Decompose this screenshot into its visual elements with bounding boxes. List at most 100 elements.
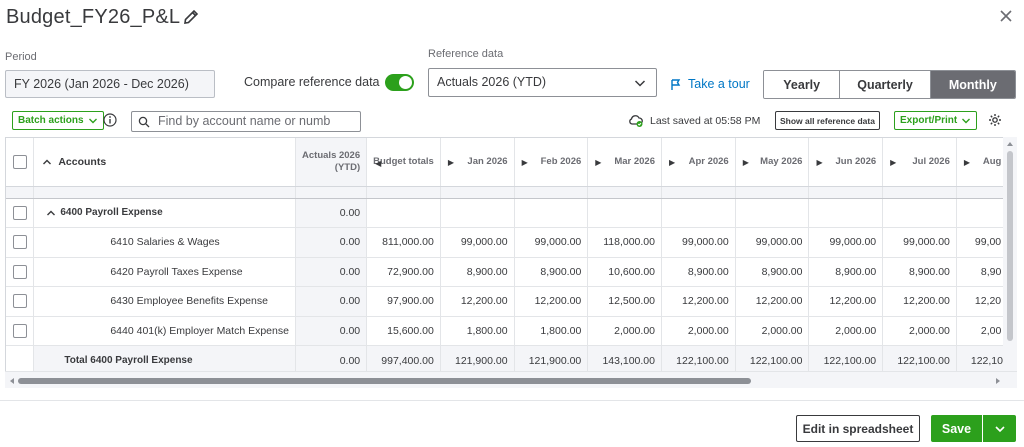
- expand-right-icon[interactable]: ▶: [522, 158, 528, 167]
- grid-header-row: Accounts Actuals 2026 (YTD) ◀ Budget tot…: [6, 138, 1016, 187]
- reference-data-label: Reference data: [428, 48, 504, 60]
- last-saved-status: Last saved at 05:58 PM: [650, 115, 761, 127]
- gear-icon[interactable]: [988, 113, 1002, 127]
- export-print-button[interactable]: Export/Print: [894, 111, 978, 130]
- month-cell[interactable]: 12,200.00: [440, 286, 515, 317]
- batch-actions-button[interactable]: Batch actions: [12, 111, 104, 130]
- edit-in-spreadsheet-button[interactable]: Edit in spreadsheet: [796, 415, 920, 442]
- month-cell[interactable]: 99,000.00: [440, 227, 515, 258]
- group-account-cell[interactable]: 6400 Payroll Expense: [33, 198, 296, 228]
- month-cell[interactable]: 99,000.00: [735, 227, 810, 258]
- month-cell[interactable]: 1,800.00: [514, 316, 589, 346]
- budget-total-cell: 72,900.00: [366, 257, 441, 287]
- month-column-header[interactable]: ▶ Jan 2026: [440, 138, 515, 187]
- ytd-cell: 0.00: [295, 316, 368, 346]
- month-cell[interactable]: 2,000.00: [735, 316, 810, 346]
- expand-right-icon[interactable]: ▶: [669, 158, 675, 167]
- month-label: Jun 2026: [835, 156, 877, 168]
- save-button[interactable]: Save: [931, 415, 983, 442]
- row-checkbox[interactable]: [12, 294, 27, 309]
- row-checkbox[interactable]: [12, 235, 27, 250]
- scroll-left-icon[interactable]: [7, 374, 17, 388]
- expand-right-icon[interactable]: ▶: [890, 158, 896, 167]
- expand-right-icon[interactable]: ▶: [816, 158, 822, 167]
- view-segmented-control: Yearly Quarterly Monthly: [763, 70, 1016, 99]
- month-cell[interactable]: 2,000.00: [882, 316, 957, 346]
- take-a-tour-link[interactable]: Take a tour: [688, 77, 750, 91]
- save-options-button[interactable]: [983, 415, 1016, 442]
- scroll-right-icon[interactable]: [993, 374, 1003, 388]
- month-column-header[interactable]: ▶ Apr 2026: [661, 138, 736, 187]
- month-cell[interactable]: 8,900.00: [735, 257, 810, 287]
- month-cell[interactable]: 2,000.00: [808, 316, 884, 346]
- select-all-checkbox[interactable]: [12, 154, 27, 169]
- horizontal-scrollbar[interactable]: [5, 371, 1017, 388]
- chevron-up-icon[interactable]: [46, 208, 56, 218]
- row-checkbox[interactable]: [12, 323, 27, 338]
- cloud-saved-icon: [629, 115, 643, 127]
- expand-right-icon[interactable]: ▶: [595, 158, 601, 167]
- view-yearly-button[interactable]: Yearly: [764, 71, 841, 98]
- month-column-header[interactable]: ▶ Jun 2026: [808, 138, 884, 187]
- month-label: Mar 2026: [614, 156, 655, 168]
- table-row: 6420 Payroll Taxes Expense 0.00 72,900.0…: [6, 257, 1016, 287]
- close-icon[interactable]: [998, 8, 1014, 24]
- tour-icon: [671, 79, 681, 90]
- spacer-row: [6, 186, 1016, 199]
- show-all-reference-button[interactable]: Show all reference data: [775, 111, 880, 130]
- month-cell[interactable]: 118,000.00: [587, 227, 662, 258]
- month-cell[interactable]: 99,000.00: [661, 227, 736, 258]
- month-cell[interactable]: 12,200.00: [735, 286, 810, 317]
- month-cell[interactable]: 12,200.00: [808, 286, 884, 317]
- horizontal-scroll-thumb[interactable]: [18, 378, 751, 384]
- month-cell[interactable]: 8,900.00: [514, 257, 589, 287]
- view-quarterly-button[interactable]: Quarterly: [840, 71, 931, 98]
- scroll-up-icon[interactable]: [1003, 139, 1017, 149]
- view-monthly-button[interactable]: Monthly: [930, 71, 1015, 98]
- compare-reference-toggle[interactable]: [385, 74, 414, 91]
- collapse-left-icon[interactable]: ◀: [375, 158, 381, 170]
- month-cell[interactable]: 8,900.00: [882, 257, 957, 287]
- month-column-header[interactable]: ▶ Feb 2026: [514, 138, 589, 187]
- accounts-column-header[interactable]: Accounts: [33, 138, 296, 187]
- month-cell[interactable]: 8,900.00: [808, 257, 884, 287]
- dialog-header: Budget_FY26_P&L: [0, 0, 1024, 40]
- accounts-header-label: Accounts: [58, 155, 107, 168]
- month-cell[interactable]: 8,900.00: [440, 257, 515, 287]
- pencil-icon[interactable]: [182, 8, 200, 26]
- vertical-scroll-thumb[interactable]: [1007, 151, 1013, 341]
- info-icon[interactable]: [103, 113, 117, 127]
- month-cell[interactable]: 99,000.00: [514, 227, 589, 258]
- month-cell[interactable]: 12,200.00: [661, 286, 736, 317]
- row-checkbox[interactable]: [12, 264, 27, 279]
- vertical-scrollbar[interactable]: [1003, 137, 1017, 371]
- budget-total-cell: 811,000.00: [366, 227, 441, 258]
- budget-table: Accounts Actuals 2026 (YTD) ◀ Budget tot…: [6, 138, 1016, 375]
- month-cell[interactable]: 2,000.00: [661, 316, 736, 346]
- period-label: Period: [5, 51, 37, 63]
- table-row: 6440 401(k) Employer Match Expense 0.00 …: [6, 316, 1016, 346]
- month-cell[interactable]: 12,200.00: [882, 286, 957, 317]
- month-cell[interactable]: 2,000.00: [587, 316, 662, 346]
- month-cell[interactable]: 1,800.00: [440, 316, 515, 346]
- month-cell[interactable]: 10,600.00: [587, 257, 662, 287]
- budget-totals-column-header[interactable]: ◀ Budget totals: [366, 138, 441, 187]
- table-row: 6430 Employee Benefits Expense 0.00 97,9…: [6, 286, 1016, 317]
- expand-right-icon[interactable]: ▶: [743, 158, 749, 167]
- month-column-header[interactable]: ▶ Jul 2026: [882, 138, 957, 187]
- month-cell[interactable]: 8,900.00: [661, 257, 736, 287]
- account-search-input[interactable]: Find by account name or numb: [131, 111, 361, 132]
- reference-data-value: Actuals 2026 (YTD): [437, 75, 547, 89]
- month-label: Aug: [982, 156, 1002, 168]
- expand-right-icon[interactable]: ▶: [964, 158, 970, 167]
- month-cell[interactable]: 12,200.00: [514, 286, 589, 317]
- month-cell[interactable]: 99,000.00: [882, 227, 957, 258]
- month-cell[interactable]: 12,500.00: [587, 286, 662, 317]
- month-cell[interactable]: 99,000.00: [808, 227, 884, 258]
- row-checkbox[interactable]: [12, 205, 27, 220]
- reference-data-select[interactable]: Actuals 2026 (YTD): [428, 68, 657, 97]
- expand-right-icon[interactable]: ▶: [448, 158, 454, 167]
- month-column-header[interactable]: ▶ Mar 2026: [587, 138, 662, 187]
- month-column-header[interactable]: ▶ May 2026: [735, 138, 810, 187]
- period-field[interactable]: FY 2026 (Jan 2026 - Dec 2026): [5, 70, 215, 98]
